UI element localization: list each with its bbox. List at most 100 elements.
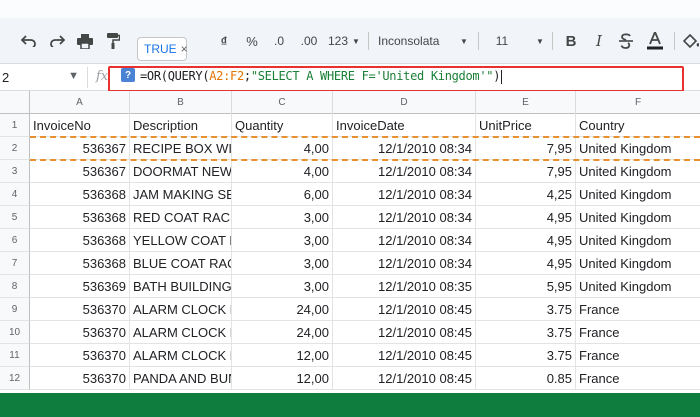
chevron-down-icon[interactable]: ▼ (534, 30, 546, 52)
decrease-decimal-button[interactable]: .0 (268, 30, 290, 52)
cell-f[interactable]: United Kingdom (576, 137, 700, 160)
select-all-corner[interactable] (0, 91, 30, 114)
cell-a[interactable]: 536370 (30, 321, 130, 344)
cell-c[interactable]: 3,00 (232, 206, 333, 229)
cell-f[interactable]: United Kingdom (576, 183, 700, 206)
cell-b[interactable]: DOORMAT NEW (130, 160, 232, 183)
cell-d[interactable]: 12/1/2010 08:34 (333, 183, 476, 206)
row-header[interactable]: 8 (0, 275, 30, 298)
cell-d[interactable]: 12/1/2010 08:34 (333, 137, 476, 160)
cell-b[interactable]: JAM MAKING SE (130, 183, 232, 206)
column-header-c[interactable]: C (232, 91, 333, 114)
column-header-b[interactable]: B (130, 91, 232, 114)
column-header-e[interactable]: E (476, 91, 576, 114)
cell-c[interactable]: 4,00 (232, 137, 333, 160)
column-header-f[interactable]: F (576, 91, 700, 114)
cell-b[interactable]: YELLOW COAT R (130, 229, 232, 252)
cell-b[interactable]: RED COAT RACK (130, 206, 232, 229)
cell-b[interactable]: ALARM CLOCK B (130, 298, 232, 321)
cell-d[interactable]: 12/1/2010 08:34 (333, 252, 476, 275)
row-header[interactable]: 7 (0, 252, 30, 275)
cell-e[interactable]: 4,95 (476, 206, 576, 229)
name-box[interactable]: 2 ▼ (0, 67, 88, 88)
cell-c[interactable]: 3,00 (232, 275, 333, 298)
cell-b[interactable]: BATH BUILDING (130, 275, 232, 298)
cell-e[interactable]: 7,95 (476, 137, 576, 160)
row-header[interactable]: 6 (0, 229, 30, 252)
increase-decimal-button[interactable]: .00 (296, 30, 322, 52)
formula-input[interactable]: =OR(QUERY(A2:F2;"SELECT A WHERE F='Unite… (140, 69, 503, 84)
italic-button[interactable]: I (590, 30, 608, 52)
cell-f[interactable]: France (576, 367, 700, 390)
cell-e[interactable]: 5,95 (476, 275, 576, 298)
true-value-chip[interactable]: TRUE × (137, 37, 188, 61)
help-icon[interactable]: ? (121, 68, 135, 82)
print-icon[interactable] (74, 30, 96, 52)
cell-f[interactable]: France (576, 321, 700, 344)
cell-d[interactable]: 12/1/2010 08:45 (333, 367, 476, 390)
font-family-select[interactable]: Inconsolata (378, 30, 454, 52)
bold-button[interactable]: B (562, 30, 580, 52)
cell-c[interactable]: 24,00 (232, 321, 333, 344)
row-header[interactable]: 5 (0, 206, 30, 229)
cell-b[interactable]: ALARM CLOCK B (130, 344, 232, 367)
cell-e[interactable]: 4,95 (476, 252, 576, 275)
cell-d[interactable]: 12/1/2010 08:45 (333, 298, 476, 321)
header-cell-e[interactable]: UnitPrice (476, 114, 576, 137)
header-cell-c[interactable]: Quantity (232, 114, 333, 137)
strikethrough-icon[interactable] (616, 30, 636, 52)
chevron-down-icon[interactable]: ▼ (458, 30, 470, 52)
cell-d[interactable]: 12/1/2010 08:45 (333, 344, 476, 367)
cell-d[interactable]: 12/1/2010 08:34 (333, 206, 476, 229)
percent-format-button[interactable]: % (243, 30, 261, 52)
cell-c[interactable]: 3,00 (232, 252, 333, 275)
cell-d[interactable]: 12/1/2010 08:34 (333, 229, 476, 252)
redo-icon[interactable] (46, 30, 68, 52)
cell-c[interactable]: 4,00 (232, 160, 333, 183)
paint-format-icon[interactable] (102, 30, 124, 52)
cell-b[interactable]: BLUE COAT RACK (130, 252, 232, 275)
cell-a[interactable]: 536370 (30, 298, 130, 321)
cell-c[interactable]: 12,00 (232, 367, 333, 390)
cell-a[interactable]: 536370 (30, 344, 130, 367)
cell-b[interactable]: ALARM CLOCK B (130, 321, 232, 344)
chevron-down-icon[interactable]: ▼ (350, 30, 362, 52)
cell-e[interactable]: 7,95 (476, 160, 576, 183)
cell-a[interactable]: 536368 (30, 252, 130, 275)
cell-c[interactable]: 3,00 (232, 229, 333, 252)
cell-b[interactable]: PANDA AND BUN (130, 367, 232, 390)
cell-a[interactable]: 536367 (30, 137, 130, 160)
cell-d[interactable]: 12/1/2010 08:35 (333, 275, 476, 298)
close-icon[interactable]: × (181, 42, 188, 56)
currency-format-icon[interactable]: ₫ (214, 30, 234, 52)
number-format-button[interactable]: 123 (326, 30, 350, 52)
column-header-d[interactable]: D (333, 91, 476, 114)
cell-a[interactable]: 536368 (30, 206, 130, 229)
cell-f[interactable]: United Kingdom (576, 206, 700, 229)
cell-e[interactable]: 3.75 (476, 321, 576, 344)
header-cell-b[interactable]: Description (130, 114, 232, 137)
header-cell-a[interactable]: InvoiceNo (30, 114, 130, 137)
cell-d[interactable]: 12/1/2010 08:34 (333, 160, 476, 183)
cell-e[interactable]: 3.75 (476, 298, 576, 321)
row-header[interactable]: 1 (0, 114, 30, 137)
cell-e[interactable]: 3.75 (476, 344, 576, 367)
row-header[interactable]: 9 (0, 298, 30, 321)
cell-f[interactable]: United Kingdom (576, 252, 700, 275)
text-color-icon[interactable] (644, 30, 666, 52)
header-cell-f[interactable]: Country (576, 114, 700, 137)
cell-e[interactable]: 4,95 (476, 229, 576, 252)
row-header[interactable]: 10 (0, 321, 30, 344)
font-size-select[interactable]: 11 (490, 30, 514, 52)
row-header[interactable]: 12 (0, 367, 30, 390)
cell-d[interactable]: 12/1/2010 08:45 (333, 321, 476, 344)
cell-c[interactable]: 24,00 (232, 298, 333, 321)
fill-color-icon[interactable] (682, 30, 700, 52)
cell-f[interactable]: United Kingdom (576, 275, 700, 298)
cell-e[interactable]: 4,25 (476, 183, 576, 206)
cell-a[interactable]: 536370 (30, 367, 130, 390)
cell-a[interactable]: 536367 (30, 160, 130, 183)
cell-b[interactable]: RECIPE BOX WIT (130, 137, 232, 160)
chevron-down-icon[interactable]: ▼ (68, 70, 79, 82)
row-header[interactable]: 2 (0, 137, 30, 160)
